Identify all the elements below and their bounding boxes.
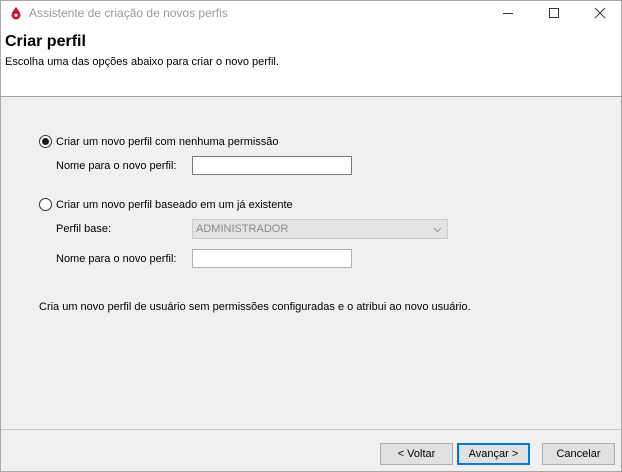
close-button[interactable] — [577, 1, 621, 26]
page-title: Criar perfil — [5, 33, 86, 50]
maximize-button[interactable] — [531, 1, 577, 26]
wizard-header: Criar perfil Escolha uma das opções abai… — [1, 26, 621, 97]
wizard-window: Assistente de criação de novos perfis Cr… — [0, 0, 622, 472]
wizard-footer: < Voltar Avançar > Cancelar — [1, 429, 621, 471]
page-subtitle: Escolha uma das opções abaixo para criar… — [5, 56, 279, 68]
option-description: Cria um novo perfil de usuário sem permi… — [39, 301, 471, 313]
radio-based-on-existing[interactable] — [39, 198, 52, 211]
base-profile-select[interactable]: ADMINISTRADOR — [192, 219, 448, 239]
new-profile-name-input[interactable] — [192, 156, 352, 175]
radio-new-empty-profile-label[interactable]: Criar um novo perfil com nenhuma permiss… — [56, 136, 279, 148]
radio-based-on-existing-label[interactable]: Criar um novo perfil baseado em um já ex… — [56, 199, 293, 211]
title-bar[interactable]: Assistente de criação de novos perfis — [1, 1, 621, 26]
minimize-icon — [503, 13, 513, 14]
close-icon — [594, 7, 606, 19]
minimize-button[interactable] — [485, 1, 531, 26]
red-drop-icon — [11, 7, 21, 20]
new-profile-name-label: Nome para o novo perfil: — [56, 160, 177, 172]
next-button[interactable]: Avançar > — [457, 443, 530, 465]
base-profile-value: ADMINISTRADOR — [196, 223, 289, 235]
existing-profile-name-input[interactable] — [192, 249, 352, 268]
existing-profile-name-label: Nome para o novo perfil: — [56, 253, 177, 265]
cancel-button[interactable]: Cancelar — [542, 443, 615, 465]
maximize-icon — [549, 8, 559, 18]
chevron-down-icon — [433, 227, 442, 233]
window-title: Assistente de criação de novos perfis — [29, 6, 228, 20]
back-button[interactable]: < Voltar — [380, 443, 453, 465]
base-profile-label: Perfil base: — [56, 223, 112, 235]
radio-new-empty-profile[interactable] — [39, 135, 52, 148]
